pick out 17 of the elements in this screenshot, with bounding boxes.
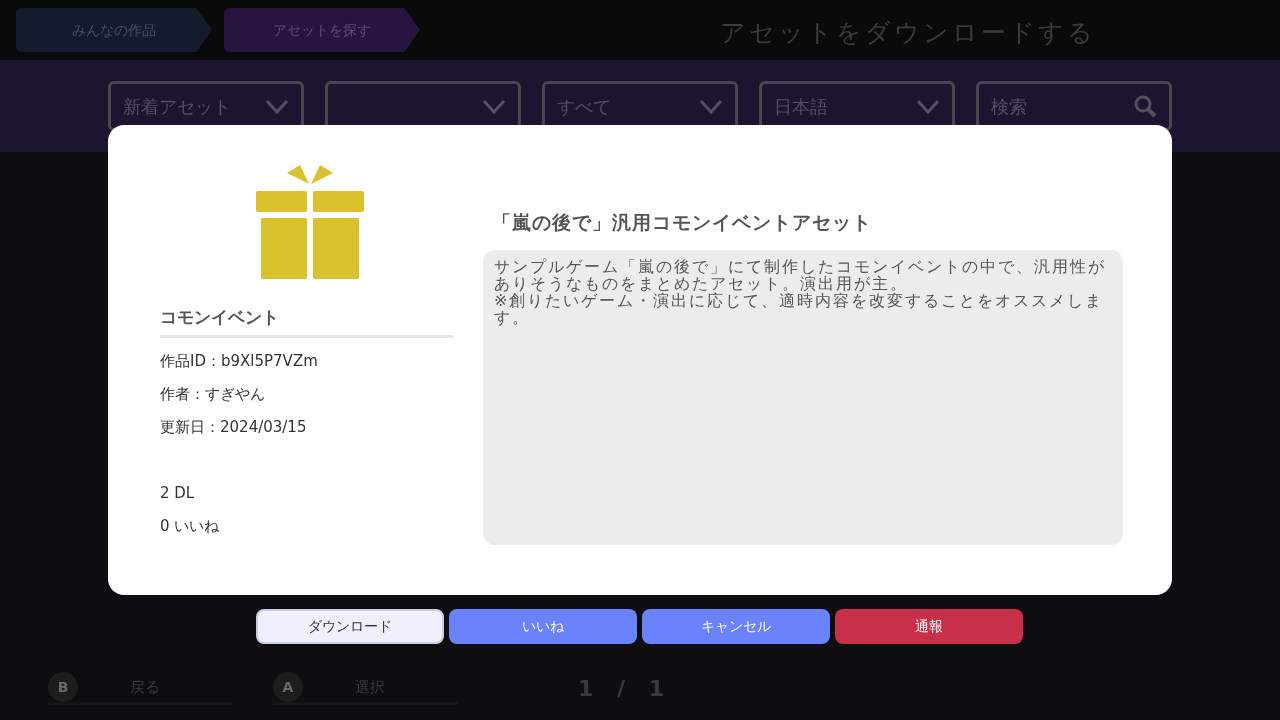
button-hint-icon: B <box>48 672 78 702</box>
dialog-button[interactable]: キャンセル <box>642 609 830 644</box>
dialog-button[interactable]: いいね <box>449 609 637 644</box>
info-line: 作者：すぎやん <box>160 383 266 405</box>
dialog-button[interactable]: ダウンロード <box>256 609 444 644</box>
stat-line: 0 いいね <box>160 515 221 537</box>
info-line: 作品ID：b9Xl5P7VZm <box>160 350 319 372</box>
breadcrumb-tab[interactable]: みんなの作品 <box>16 8 212 52</box>
info-line: 更新日：2024/03/15 <box>160 416 308 438</box>
asset-title: 「嵐の後で」汎用コモンイベントアセット <box>492 210 873 235</box>
stat-line: 2 DL <box>160 482 196 504</box>
dialog-button[interactable]: 通報 <box>835 609 1023 644</box>
search-icon <box>1133 94 1157 118</box>
button-hint-icon: A <box>273 672 303 702</box>
category-heading: コモンイベント <box>160 305 453 338</box>
gift-icon <box>256 165 364 279</box>
description-text: サンプルゲーム「嵐の後で」にて制作したコモンイベントの中で、汎用性がありそうなものをまとめたアセット。演出用が主。 ※創りたいゲーム・演出に応じて、適時内容を改変することをオススメします。 <box>483 249 1123 545</box>
